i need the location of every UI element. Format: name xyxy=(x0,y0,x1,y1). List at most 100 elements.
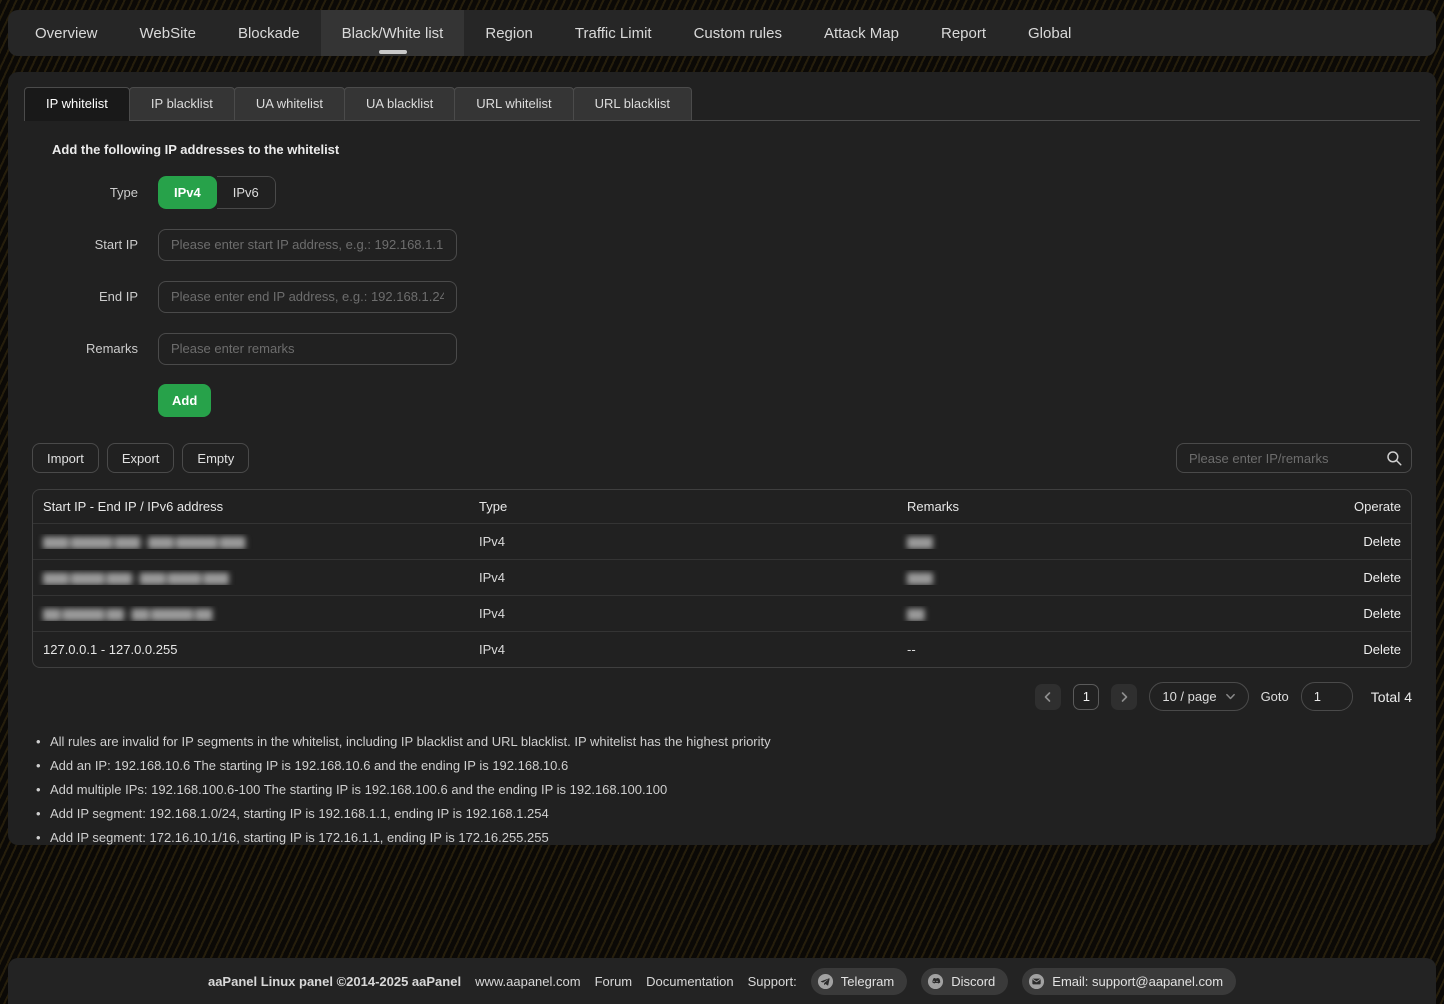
remarks-redacted: ▇▇▇ xyxy=(907,571,932,585)
email-label: Email: support@aapanel.com xyxy=(1052,974,1223,989)
remarks-input[interactable] xyxy=(158,333,457,365)
total-count: Total 4 xyxy=(1371,689,1412,705)
prev-page-button[interactable] xyxy=(1035,684,1061,710)
discord-label: Discord xyxy=(951,974,995,989)
note-item: All rules are invalid for IP segments in… xyxy=(36,730,1408,754)
table-row: ▇▇ ▇▇▇▇▇ ▇▇ - ▇▇ ▇▇▇▇▇ ▇▇ IPv4 ▇▇ Delete xyxy=(33,595,1411,631)
table-row: ▇▇▇ ▇▇▇▇▇ ▇▇▇ - ▇▇▇ ▇▇▇▇▇ ▇▇▇ IPv4 ▇▇▇ D… xyxy=(33,523,1411,559)
nav-item-blockade[interactable]: Blockade xyxy=(217,10,321,56)
page-size-select[interactable]: 10 / page xyxy=(1149,682,1248,711)
nav-label: Region xyxy=(485,25,533,42)
active-tab-indicator xyxy=(379,50,407,54)
tab-ip-whitelist[interactable]: IP whitelist xyxy=(24,87,130,121)
header-type: Type xyxy=(469,499,897,514)
note-item: Add IP segment: 192.168.1.0/24, starting… xyxy=(36,802,1408,826)
delete-button[interactable]: Delete xyxy=(1363,534,1401,549)
pagination: 1 10 / page Goto Total 4 xyxy=(32,682,1412,711)
nav-item-attack-map[interactable]: Attack Map xyxy=(803,10,920,56)
search-input[interactable] xyxy=(1176,443,1412,473)
import-button[interactable]: Import xyxy=(32,443,99,473)
note-item: Add an IP: 192.168.10.6 The starting IP … xyxy=(36,754,1408,778)
nav-item-global[interactable]: Global xyxy=(1007,10,1092,56)
delete-button[interactable]: Delete xyxy=(1363,606,1401,621)
add-button[interactable]: Add xyxy=(158,384,211,417)
discord-icon xyxy=(927,973,944,990)
export-button[interactable]: Export xyxy=(107,443,175,473)
nav-label: Global xyxy=(1028,25,1071,42)
tab-ua-blacklist[interactable]: UA blacklist xyxy=(344,87,455,120)
search-box xyxy=(1176,443,1412,473)
nav-label: Attack Map xyxy=(824,25,899,42)
email-icon xyxy=(1028,973,1045,990)
header-range: Start IP - End IP / IPv6 address xyxy=(33,499,469,514)
telegram-icon xyxy=(817,973,834,990)
empty-button[interactable]: Empty xyxy=(182,443,249,473)
nav-item-region[interactable]: Region xyxy=(464,10,554,56)
email-button[interactable]: Email: support@aapanel.com xyxy=(1022,968,1236,995)
type-label: Type xyxy=(32,185,138,200)
header-remarks: Remarks xyxy=(897,499,1251,514)
telegram-button[interactable]: Telegram xyxy=(811,968,907,995)
nav-label: Blockade xyxy=(238,25,300,42)
form-title: Add the following IP addresses to the wh… xyxy=(52,142,1436,157)
nav-label: Traffic Limit xyxy=(575,25,652,42)
ip-type: IPv4 xyxy=(469,642,897,657)
page-size-value: 10 / page xyxy=(1162,689,1216,704)
table-header-row: Start IP - End IP / IPv6 address Type Re… xyxy=(33,490,1411,523)
nav-label: Custom rules xyxy=(694,25,782,42)
help-notes: All rules are invalid for IP segments in… xyxy=(36,730,1408,845)
ip-range-redacted: ▇▇▇ ▇▇▇▇ ▇▇▇ - ▇▇▇ ▇▇▇▇ ▇▇▇ xyxy=(43,571,228,585)
remarks-redacted: ▇▇ xyxy=(907,607,923,621)
tab-url-whitelist[interactable]: URL whitelist xyxy=(454,87,573,120)
goto-page-input[interactable] xyxy=(1301,682,1353,711)
nav-item-traffic-limit[interactable]: Traffic Limit xyxy=(554,10,673,56)
nav-item-overview[interactable]: Overview xyxy=(14,10,119,56)
ip-range-redacted: ▇▇ ▇▇▇▇▇ ▇▇ - ▇▇ ▇▇▇▇▇ ▇▇ xyxy=(43,607,211,621)
end-ip-input[interactable] xyxy=(158,281,457,313)
header-operate: Operate xyxy=(1251,499,1411,514)
footer-bar: aaPanel Linux panel ©2014-2025 aaPanel w… xyxy=(8,958,1436,1004)
chevron-left-icon xyxy=(1042,691,1054,703)
top-navigation: Overview WebSite Blockade Black/White li… xyxy=(8,10,1436,56)
next-page-button[interactable] xyxy=(1111,684,1137,710)
discord-button[interactable]: Discord xyxy=(921,968,1008,995)
remarks-row: Remarks xyxy=(32,332,1436,365)
ipv6-option[interactable]: IPv6 xyxy=(217,176,276,209)
list-toolbar: Import Export Empty xyxy=(32,443,1412,473)
documentation-link[interactable]: Documentation xyxy=(646,974,733,989)
delete-button[interactable]: Delete xyxy=(1363,642,1401,657)
site-link[interactable]: www.aapanel.com xyxy=(475,974,581,989)
forum-link[interactable]: Forum xyxy=(595,974,633,989)
support-label: Support: xyxy=(748,974,797,989)
search-icon[interactable] xyxy=(1385,449,1403,467)
ip-type: IPv4 xyxy=(469,606,897,621)
tab-url-blacklist[interactable]: URL blacklist xyxy=(573,87,692,120)
list-type-tabs: IP whitelist IP blacklist UA whitelist U… xyxy=(24,87,1420,121)
tab-ip-blacklist[interactable]: IP blacklist xyxy=(129,87,235,120)
ipv4-option[interactable]: IPv4 xyxy=(158,176,217,209)
nav-item-custom-rules[interactable]: Custom rules xyxy=(673,10,803,56)
nav-item-website[interactable]: WebSite xyxy=(119,10,217,56)
tab-ua-whitelist[interactable]: UA whitelist xyxy=(234,87,345,120)
delete-button[interactable]: Delete xyxy=(1363,570,1401,585)
chevron-right-icon xyxy=(1118,691,1130,703)
nav-label: Black/White list xyxy=(342,25,444,42)
remarks-label: Remarks xyxy=(32,341,138,356)
ip-range: 127.0.0.1 - 127.0.0.255 xyxy=(33,642,469,657)
copyright-text: aaPanel Linux panel ©2014-2025 aaPanel xyxy=(208,974,461,989)
start-ip-input[interactable] xyxy=(158,229,457,261)
page-number-button[interactable]: 1 xyxy=(1073,684,1099,710)
table-row: ▇▇▇ ▇▇▇▇ ▇▇▇ - ▇▇▇ ▇▇▇▇ ▇▇▇ IPv4 ▇▇▇ Del… xyxy=(33,559,1411,595)
nav-item-black-white-list[interactable]: Black/White list xyxy=(321,10,465,56)
end-ip-label: End IP xyxy=(32,289,138,304)
toolbar-buttons: Import Export Empty xyxy=(32,443,249,473)
table-row: 127.0.0.1 - 127.0.0.255 IPv4 -- Delete xyxy=(33,631,1411,667)
nav-label: Report xyxy=(941,25,986,42)
ip-range-redacted: ▇▇▇ ▇▇▇▇▇ ▇▇▇ - ▇▇▇ ▇▇▇▇▇ ▇▇▇ xyxy=(43,535,244,549)
page: { "nav": { "items": [ {"label": "Overvie… xyxy=(0,0,1444,1004)
nav-item-report[interactable]: Report xyxy=(920,10,1007,56)
remarks-value: -- xyxy=(897,642,1251,657)
telegram-label: Telegram xyxy=(841,974,894,989)
whitelist-table: Start IP - End IP / IPv6 address Type Re… xyxy=(32,489,1412,668)
note-item: Add multiple IPs: 192.168.100.6-100 The … xyxy=(36,778,1408,802)
